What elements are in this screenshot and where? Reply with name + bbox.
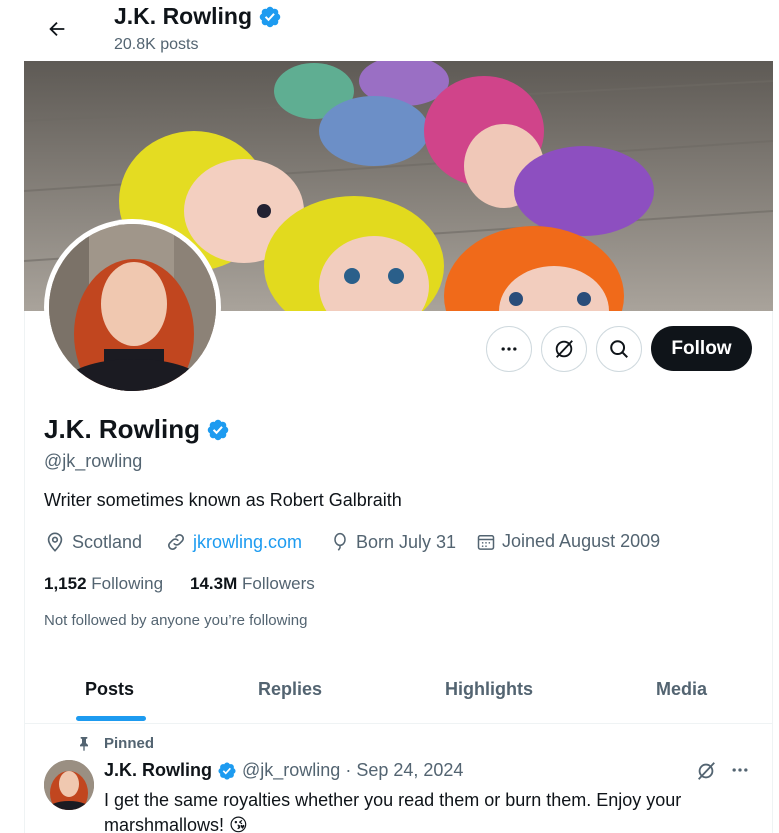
birthday: Born July 31 [330, 531, 456, 553]
verified-badge-icon[interactable] [206, 418, 230, 442]
tab-highlights[interactable]: Highlights [445, 679, 533, 700]
pin-icon [80, 737, 88, 751]
grok-icon [555, 340, 573, 358]
tab-posts[interactable]: Posts [85, 679, 134, 700]
search-button[interactable] [596, 326, 642, 372]
not-followed-text: Not followed by anyone you’re following [44, 612, 308, 629]
active-tab-indicator [76, 716, 146, 721]
followers-count: 14.3M [190, 574, 238, 593]
more-icon [501, 347, 517, 351]
location-text: Scotland [72, 531, 143, 552]
following-stat[interactable]: 1,152 Following [44, 574, 163, 594]
profile-handle: @jk_rowling [44, 451, 143, 471]
grok-icon [698, 762, 715, 780]
post-separator: · [345, 760, 352, 780]
tab-replies[interactable]: Replies [258, 679, 322, 700]
profile-avatar[interactable] [44, 219, 221, 396]
post-grok-button[interactable] [695, 760, 717, 782]
pinned-label-row: Pinned [76, 734, 154, 752]
website[interactable]: jkrowling.com [165, 531, 302, 553]
follow-button[interactable]: Follow [651, 326, 752, 371]
grok-button[interactable] [541, 326, 587, 372]
post-handle[interactable]: @jk_rowling [242, 760, 340, 781]
header-name: J.K. Rowling [114, 3, 252, 29]
post-header: J.K. Rowling @jk_rowling · Sep 24, 2024 [104, 760, 463, 781]
top-bar: J.K. Rowling 20.8K posts [0, 0, 779, 61]
post-date[interactable]: Sep 24, 2024 [356, 760, 463, 781]
post-text: I get the same royalties whether you rea… [104, 790, 682, 833]
post-author[interactable]: J.K. Rowling [104, 760, 212, 781]
pinned-label: Pinned [104, 734, 155, 752]
profile-name-row: J.K. Rowling [44, 414, 230, 445]
verified-badge-icon[interactable] [217, 761, 237, 781]
balloon-icon [334, 532, 346, 551]
tabs-divider [24, 723, 773, 724]
arrow-left-icon [49, 21, 65, 37]
avatar-photo [49, 224, 216, 391]
header-title: J.K. Rowling [114, 3, 282, 30]
tab-media[interactable]: Media [656, 679, 707, 700]
more-icon [732, 768, 748, 772]
joined-text: Joined August 2009 [502, 531, 661, 551]
website-link[interactable]: jkrowling.com [193, 532, 302, 553]
birthday-text: Born July 31 [356, 531, 457, 552]
location: Scotland [44, 531, 142, 553]
followers-stat[interactable]: 14.3M Followers [190, 574, 315, 594]
location-icon [47, 532, 63, 552]
back-button[interactable] [40, 12, 74, 46]
more-button[interactable] [486, 326, 532, 372]
followers-label: Followers [241, 574, 315, 593]
link-icon [168, 534, 184, 550]
following-label: Following [91, 574, 164, 593]
post-more-button[interactable] [730, 760, 750, 780]
search-icon [610, 340, 628, 358]
joined-date: Joined August 2009 [476, 531, 660, 552]
following-count: 1,152 [44, 574, 87, 593]
post-avatar[interactable] [44, 760, 94, 810]
profile-bio: Writer sometimes known as Robert Galbrai… [44, 490, 402, 510]
profile-name: J.K. Rowling [44, 414, 200, 444]
calendar-icon [477, 534, 495, 550]
verified-badge-icon [259, 6, 281, 27]
post-count: 20.8K posts [114, 36, 199, 53]
